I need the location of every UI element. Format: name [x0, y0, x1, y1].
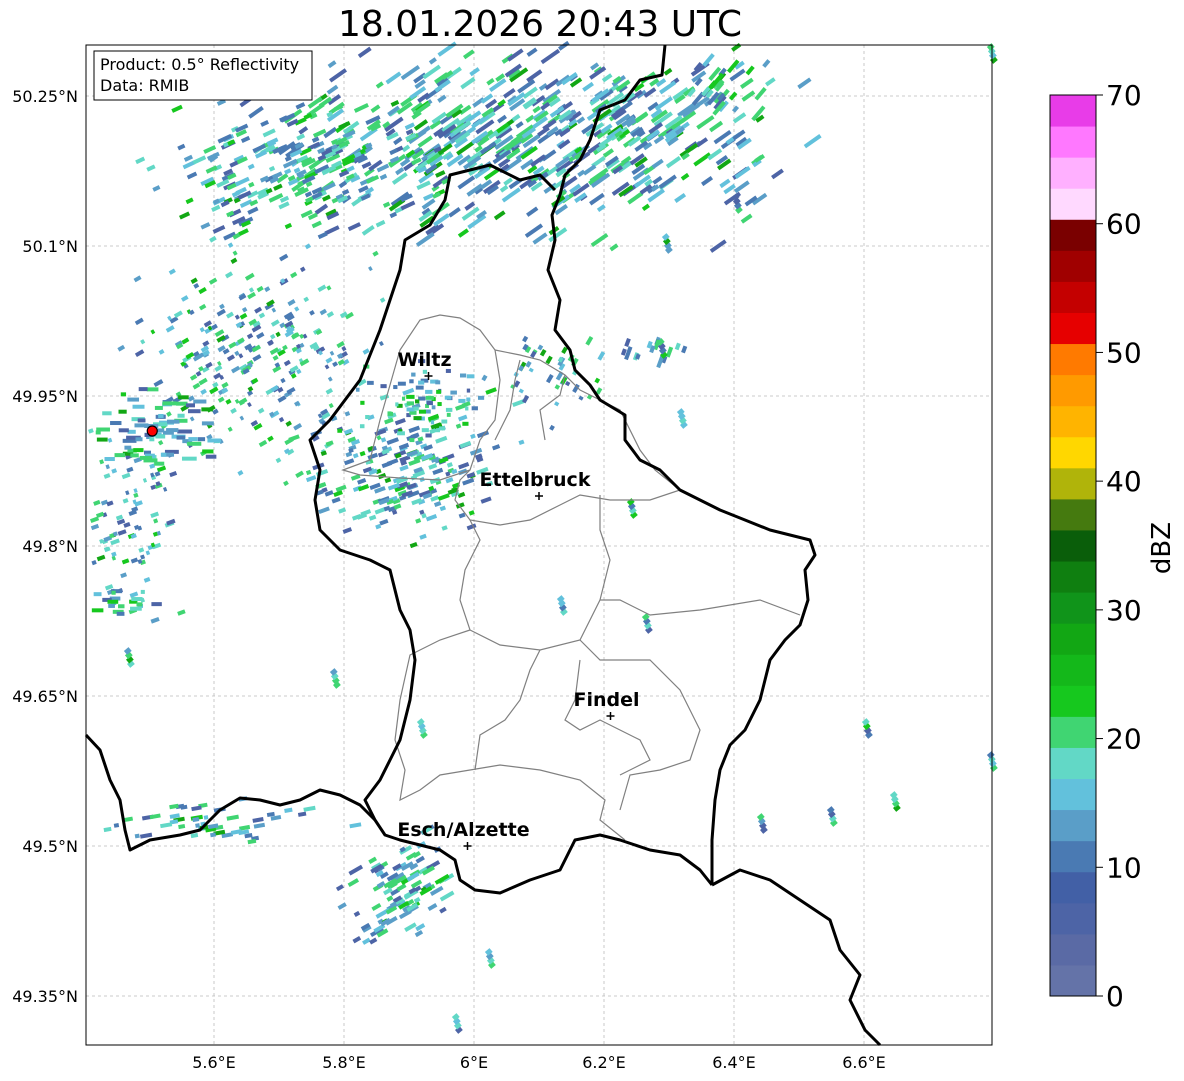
city-label: Findel	[573, 689, 639, 711]
colorbar-segment	[1050, 747, 1096, 780]
colorbar-tick-label: 10	[1106, 851, 1142, 884]
colorbar-tick-label: 70	[1106, 79, 1142, 112]
city-label: Ettelbruck	[480, 469, 591, 491]
product-info-box: Product: 0.5° Reflectivity Data: RMIB	[93, 50, 313, 101]
lon-tick-label: 5.6°E	[192, 1053, 236, 1072]
colorbar-tick-label: 30	[1106, 594, 1142, 627]
colorbar-segment	[1050, 95, 1096, 127]
colorbar-segment	[1050, 778, 1096, 811]
colorbar-tick-label: 0	[1106, 980, 1124, 1013]
colorbar-segment	[1050, 809, 1096, 842]
lat-tick-label: 50.25°N	[12, 87, 78, 106]
colorbar-segment	[1050, 405, 1096, 438]
data-source-label: Data: RMIB	[100, 76, 189, 95]
colorbar-segment	[1050, 964, 1096, 997]
product-label: Product: 0.5° Reflectivity	[100, 55, 299, 74]
colorbar-segment	[1050, 933, 1096, 966]
lat-tick-label: 49.35°N	[12, 987, 78, 1006]
colorbar-segment	[1050, 654, 1096, 686]
lat-tick-label: 49.95°N	[12, 387, 78, 406]
city-label: Esch/Alzette	[397, 819, 529, 841]
colorbar-segment	[1050, 343, 1096, 376]
colorbar-segment	[1050, 188, 1096, 220]
map-title: 18.01.2026 20:43 UTC	[337, 4, 743, 45]
colorbar-segment	[1050, 312, 1096, 345]
colorbar-tick-label: 40	[1106, 465, 1142, 498]
radar-site-marker	[146, 425, 158, 437]
map-panel	[86, 45, 992, 1045]
lat-tick-label: 49.65°N	[12, 687, 78, 706]
colorbar-segment	[1050, 529, 1096, 562]
colorbar-label: dBZ	[1147, 522, 1177, 574]
colorbar-tick-labels: 0 10 20 30 40 50 60 70	[1096, 79, 1142, 1013]
lat-tick-label: 49.5°N	[22, 837, 78, 856]
lat-tick-label: 49.8°N	[22, 537, 78, 556]
colorbar-segment	[1050, 126, 1096, 158]
lon-tick-label: 5.8°E	[322, 1053, 366, 1072]
longitude-tick-labels: 5.6°E 5.8°E 6°E 6.2°E 6.4°E 6.6°E	[192, 1053, 886, 1072]
colorbar-tick-label: 60	[1106, 208, 1142, 241]
colorbar-segment	[1050, 840, 1096, 873]
colorbar-segment	[1050, 871, 1096, 904]
city-label: Wiltz	[397, 349, 451, 371]
colorbar-segment	[1050, 623, 1096, 655]
colorbar-tick-label: 50	[1106, 336, 1142, 369]
colorbar-segment	[1050, 219, 1096, 251]
lon-tick-label: 6.2°E	[582, 1053, 626, 1072]
colorbar-tick-label: 20	[1106, 723, 1142, 756]
colorbar-segment	[1050, 250, 1096, 282]
colorbar-segment	[1050, 902, 1096, 935]
colorbar-segment	[1050, 467, 1096, 500]
colorbar-segment	[1050, 685, 1096, 717]
lon-tick-label: 6°E	[460, 1053, 488, 1072]
colorbar	[1049, 94, 1097, 997]
latitude-tick-labels: 50.25°N 50.1°N 49.95°N 49.8°N 49.65°N 49.5°N 4…	[12, 87, 78, 1006]
radar-map-figure: Wiltz Ettelbruck Findel Esch/Alzette 50.25°…	[12, 40, 1177, 1072]
lon-tick-label: 6.6°E	[842, 1053, 886, 1072]
colorbar-segment	[1050, 716, 1096, 748]
colorbar-segment	[1050, 374, 1096, 407]
colorbar-segment	[1050, 157, 1096, 189]
colorbar-segment	[1050, 281, 1096, 313]
lat-tick-label: 50.1°N	[22, 237, 78, 256]
colorbar-segment	[1050, 592, 1096, 624]
colorbar-segment	[1050, 436, 1096, 469]
colorbar-segment	[1050, 561, 1096, 593]
lon-tick-label: 6.4°E	[712, 1053, 756, 1072]
colorbar-segment	[1050, 498, 1096, 531]
